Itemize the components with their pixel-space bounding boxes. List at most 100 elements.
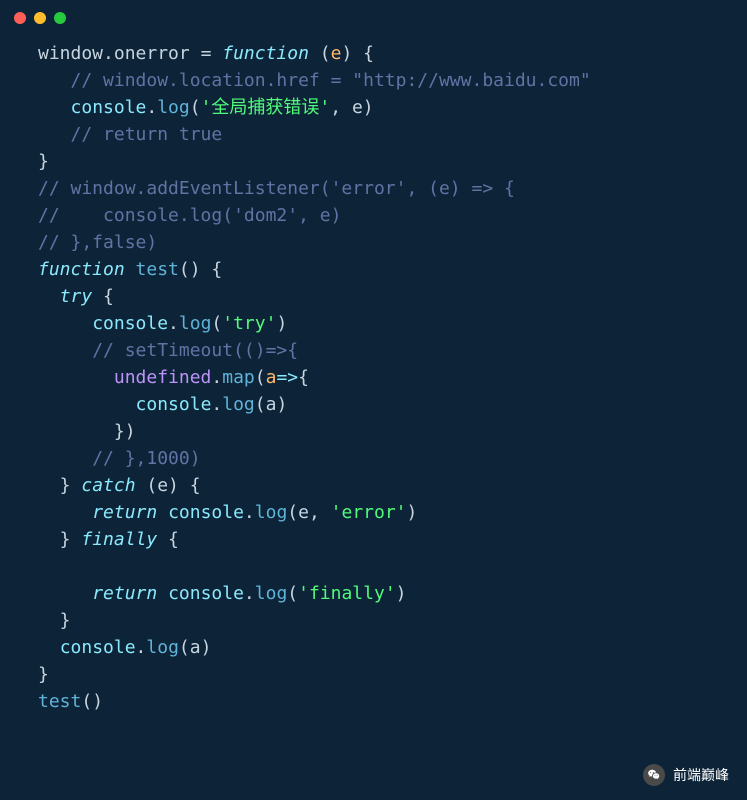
code-token: console <box>168 583 244 604</box>
code-line: console.log(a) <box>38 391 709 418</box>
code-token: log <box>179 313 212 334</box>
code-token: ) <box>396 583 407 604</box>
code-token: } <box>38 151 49 172</box>
code-token: . <box>211 367 222 388</box>
code-token: . <box>136 637 147 658</box>
window-titlebar <box>0 0 747 36</box>
code-token: '全局捕获错误' <box>201 97 331 118</box>
code-window: window.onerror = function (e) { // windo… <box>0 0 747 800</box>
code-line: window.onerror = function (e) { <box>38 40 709 67</box>
code-line: // window.addEventListener('error', (e) … <box>38 175 709 202</box>
code-token: (a) <box>255 394 288 415</box>
code-token: // },1000) <box>92 448 200 469</box>
code-token: , e) <box>330 97 373 118</box>
code-line: return console.log(e, 'error') <box>38 499 709 526</box>
code-token: () { <box>179 259 222 280</box>
maximize-icon[interactable] <box>54 12 66 24</box>
code-token: window <box>38 43 103 64</box>
code-line: test() <box>38 688 709 715</box>
code-line: } <box>38 607 709 634</box>
code-token: () <box>81 691 103 712</box>
code-token <box>38 286 60 307</box>
code-token: e <box>331 43 342 64</box>
code-token: console <box>60 637 136 658</box>
code-line: } <box>38 661 709 688</box>
code-token: ( <box>211 313 222 334</box>
code-token: log <box>222 394 255 415</box>
code-token: } <box>38 664 49 685</box>
code-token: // window.addEventListener('error', (e) … <box>38 178 515 199</box>
code-token: // console.log('dom2', e) <box>38 205 341 226</box>
code-token: test <box>136 259 179 280</box>
code-token: console <box>136 394 212 415</box>
wechat-icon <box>643 764 665 786</box>
code-line: } finally { <box>38 526 709 553</box>
code-token: console <box>92 313 168 334</box>
code-token <box>38 394 136 415</box>
code-token: } <box>38 610 71 631</box>
code-token: log <box>146 637 179 658</box>
code-token: test <box>38 691 81 712</box>
code-token: ) <box>276 313 287 334</box>
code-token: { <box>157 529 179 550</box>
code-token: return <box>92 583 157 604</box>
code-token: // setTimeout(()=>{ <box>92 340 298 361</box>
code-token: . <box>168 313 179 334</box>
code-content: window.onerror = function (e) { // windo… <box>0 36 747 735</box>
code-token: ( <box>287 583 298 604</box>
code-token: // },false) <box>38 232 157 253</box>
code-token <box>38 502 92 523</box>
code-line <box>38 553 709 580</box>
code-token: ( <box>255 367 266 388</box>
code-line: return console.log('finally') <box>38 580 709 607</box>
code-token: return <box>92 502 157 523</box>
code-line: try { <box>38 283 709 310</box>
code-token: function <box>222 43 309 64</box>
close-icon[interactable] <box>14 12 26 24</box>
watermark: 前端巅峰 <box>643 764 729 786</box>
code-token: (e, <box>287 502 330 523</box>
minimize-icon[interactable] <box>34 12 46 24</box>
code-token: { <box>298 367 309 388</box>
code-line: }) <box>38 418 709 445</box>
code-token: ) { <box>341 43 374 64</box>
code-line: console.log(a) <box>38 634 709 661</box>
code-token <box>38 583 92 604</box>
code-token: ( <box>309 43 331 64</box>
code-line: // window.location.href = "http://www.ba… <box>38 67 709 94</box>
code-line: // },1000) <box>38 445 709 472</box>
code-token: log <box>255 502 288 523</box>
code-token <box>38 70 71 91</box>
code-line: console.log('全局捕获错误', e) <box>38 94 709 121</box>
code-token: undefined <box>114 367 212 388</box>
code-token <box>38 340 92 361</box>
code-token: (a) <box>179 637 212 658</box>
code-line: // },false) <box>38 229 709 256</box>
code-token: } <box>38 529 81 550</box>
code-token <box>125 259 136 280</box>
code-token <box>38 97 71 118</box>
code-token: . <box>244 583 255 604</box>
code-token: map <box>222 367 255 388</box>
code-token: catch <box>81 475 135 496</box>
code-token: 'error' <box>331 502 407 523</box>
code-token <box>38 124 71 145</box>
code-line: function test() { <box>38 256 709 283</box>
code-line: } <box>38 148 709 175</box>
code-token: function <box>38 259 125 280</box>
code-token <box>157 583 168 604</box>
code-token: 'finally' <box>298 583 396 604</box>
code-token: => <box>276 367 298 388</box>
code-token: } <box>38 475 81 496</box>
code-token: log <box>157 97 190 118</box>
code-line: // return true <box>38 121 709 148</box>
code-line: } catch (e) { <box>38 472 709 499</box>
code-token: console <box>168 502 244 523</box>
code-token: try <box>60 286 93 307</box>
code-token: log <box>255 583 288 604</box>
code-token: . <box>146 97 157 118</box>
code-token: console <box>71 97 147 118</box>
code-token <box>38 637 60 658</box>
code-token: . <box>211 394 222 415</box>
code-token <box>157 502 168 523</box>
